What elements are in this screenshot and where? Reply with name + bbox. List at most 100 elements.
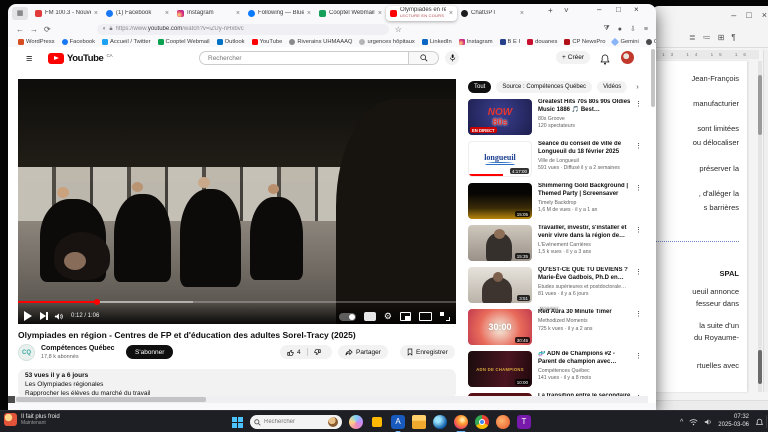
tab-instagram[interactable]: Instagram× xyxy=(173,6,244,20)
video-thumbnail[interactable]: 15:35 xyxy=(468,225,532,261)
bookmark-item[interactable]: WordPress xyxy=(18,39,55,45)
bookmark-item[interactable]: urgences hôpitaux xyxy=(359,39,414,45)
forward-icon[interactable]: → xyxy=(30,25,38,34)
kebab-menu-icon[interactable]: ⋮ xyxy=(635,100,642,108)
taskbar-search[interactable] xyxy=(250,415,342,429)
suggestion-channel[interactable]: Compétences Québec xyxy=(538,368,632,374)
suggestion-item[interactable]: longueuil 4:17:00 Séance du conseil de v… xyxy=(468,141,644,181)
tab-youtube-active[interactable]: Olympiades en région LECTURE EN COURS × xyxy=(386,6,457,21)
copilot-icon[interactable] xyxy=(349,415,363,429)
new-tab-button[interactable]: + xyxy=(548,6,553,15)
bookmark-item[interactable]: LinkedIn xyxy=(422,39,452,45)
suggestion-title[interactable]: QU'EST-CE QUE TU DEVIENS ? Marie-Ève Gad… xyxy=(538,267,632,282)
bookmark-item[interactable]: Gemini xyxy=(612,39,638,45)
bookmark-star-icon[interactable]: ☆ xyxy=(395,25,402,34)
tab-close-icon[interactable]: × xyxy=(165,10,169,17)
doc-scrollbar-lower[interactable] xyxy=(758,350,762,384)
bookmark-item[interactable]: CP NewsPro xyxy=(564,39,605,45)
tab-close-icon[interactable]: × xyxy=(236,10,240,17)
tab-list-icon[interactable]: ˅ xyxy=(564,6,569,15)
tab-close-icon[interactable]: × xyxy=(94,10,98,17)
search-box[interactable] xyxy=(199,51,409,65)
miniplayer-icon[interactable] xyxy=(400,312,411,321)
teams-icon[interactable]: T xyxy=(517,415,531,429)
word-icon[interactable]: A xyxy=(391,415,405,429)
tab-cooptel[interactable]: Cooptel Webmail : B…× xyxy=(315,6,386,20)
chips-next-icon[interactable]: › xyxy=(631,81,644,94)
thumbs-up-icon[interactable] xyxy=(287,349,294,356)
autoplay-toggle[interactable] xyxy=(339,313,356,321)
weather-widget[interactable]: Il fait plus froid Maintenant xyxy=(4,413,60,426)
channel-avatar[interactable]: CQ xyxy=(18,344,35,361)
chip-source[interactable]: Source : Compétences Québec xyxy=(496,81,592,93)
bookmark-item[interactable]: Facebook xyxy=(62,39,95,45)
suggestion-channel[interactable]: Ville de Longueuil xyxy=(538,158,632,164)
browser-maximize-icon[interactable]: □ xyxy=(616,5,621,14)
kebab-menu-icon[interactable]: ⋮ xyxy=(635,184,642,192)
suggestion-item[interactable]: NOW80s EN DIRECT Greatest Hits 70s 80s 9… xyxy=(468,99,644,139)
store-icon[interactable] xyxy=(370,415,384,429)
description-box[interactable]: 53 vues il y a 6 jours Les Olympiades ré… xyxy=(18,369,456,399)
tab-facebook[interactable]: (1) Facebook× xyxy=(102,6,173,20)
back-icon[interactable]: ← xyxy=(16,25,24,34)
tab-close-icon[interactable]: × xyxy=(449,10,453,17)
doc-close-icon[interactable]: × xyxy=(762,10,767,20)
bookmark-item[interactable]: Accueil / Twitter xyxy=(102,39,151,45)
progress-bar[interactable] xyxy=(18,301,456,303)
bookmark-item[interactable]: Cooptel Webmail xyxy=(158,39,210,45)
suggestion-title[interactable]: Red Aura 30 Minute Timer xyxy=(538,309,632,317)
suggestion-channel[interactable]: Études supérieures et postdoctorale… xyxy=(538,284,632,290)
suggestion-item[interactable]: 30:00 30:45 Red Aura 30 Minute Timer Met… xyxy=(468,309,644,349)
suggestion-item[interactable]: 15:05 Shimmering Gold Background | Theme… xyxy=(468,183,644,223)
doc-page[interactable]: Jean-François manufacturier sont limitée… xyxy=(651,61,747,392)
theater-mode-icon[interactable] xyxy=(419,312,432,321)
progress-scrubber[interactable] xyxy=(94,299,100,305)
clock[interactable]: 07:32 2025-03-06 xyxy=(718,414,749,430)
kebab-menu-icon[interactable]: ⋮ xyxy=(635,310,642,318)
suggestion-title[interactable]: Séance du conseil de ville de Longueuil … xyxy=(538,141,632,156)
video-thumbnail[interactable]: longueuil 4:17:00 xyxy=(468,141,532,177)
bookmark-item[interactable]: B E I xyxy=(500,39,521,45)
notification-bell-icon[interactable] xyxy=(755,418,764,427)
tab-bluesky[interactable]: Following — Bluesky× xyxy=(244,6,315,20)
share-button[interactable]: Partager xyxy=(338,345,388,359)
volume-tray-icon[interactable] xyxy=(704,418,712,426)
youtube-logo[interactable]: YouTube CA xyxy=(48,53,113,64)
video-thumbnail[interactable]: NOW80s EN DIRECT xyxy=(468,99,532,135)
tab-close-icon[interactable]: × xyxy=(307,10,311,17)
create-button[interactable]: + Créer xyxy=(556,51,590,64)
bookmark-item[interactable]: Riverains UHMAAAQ xyxy=(289,39,352,45)
app-menu-icon[interactable]: ≡ xyxy=(644,26,648,33)
horizontal-scrollbar[interactable] xyxy=(8,396,648,403)
play-button[interactable] xyxy=(24,311,32,321)
downloads-icon[interactable]: ⇩ xyxy=(630,25,636,33)
tab-close-icon[interactable]: × xyxy=(378,10,382,17)
suggestion-title[interactable]: Shimmering Gold Background | Themed Part… xyxy=(538,183,632,198)
taskbar-search-input[interactable] xyxy=(264,419,324,425)
bookmark-item[interactable]: ChatGPT xyxy=(646,39,656,45)
extensions-icon[interactable]: ⧩ xyxy=(604,25,610,33)
shield-icon[interactable]: ◐ xyxy=(103,26,107,32)
page-scrollbar-thumb[interactable] xyxy=(651,49,655,107)
suggestion-item[interactable]: ADN DE CHAMPIONS 10:00 🧬 ADN de Champion… xyxy=(468,351,644,391)
doc-scrollbar[interactable] xyxy=(758,61,762,392)
profile-icon[interactable]: ● xyxy=(618,26,622,33)
doc-minimize-icon[interactable]: – xyxy=(731,10,736,20)
file-explorer-icon[interactable] xyxy=(412,415,426,429)
next-button[interactable] xyxy=(40,312,46,320)
suggestion-channel[interactable]: L'Événement Carrières xyxy=(538,242,632,248)
video-thumbnail[interactable]: 15:05 xyxy=(468,183,532,219)
reload-icon[interactable]: ⟳ xyxy=(44,25,51,34)
video-player[interactable]: 0:12 / 1:06 ⚙ xyxy=(18,79,456,324)
thumbs-down-icon[interactable] xyxy=(314,349,321,356)
kebab-menu-icon[interactable]: ⋮ xyxy=(635,268,642,276)
doc-scrollbar-thumb[interactable] xyxy=(758,75,762,135)
page-scrollbar[interactable] xyxy=(651,49,655,401)
vlc-icon[interactable] xyxy=(496,415,510,429)
channel-name[interactable]: Compétences Québec xyxy=(41,345,115,352)
suggestion-item[interactable]: 15:35 Travailler, investir, s'installer … xyxy=(468,225,644,265)
suggestion-channel[interactable]: 80s Groove xyxy=(538,116,632,122)
search-input[interactable] xyxy=(208,55,408,62)
search-button[interactable] xyxy=(409,51,439,65)
suggestion-item[interactable]: 3:51 QU'EST-CE QUE TU DEVIENS ? Marie-Èv… xyxy=(468,267,644,307)
